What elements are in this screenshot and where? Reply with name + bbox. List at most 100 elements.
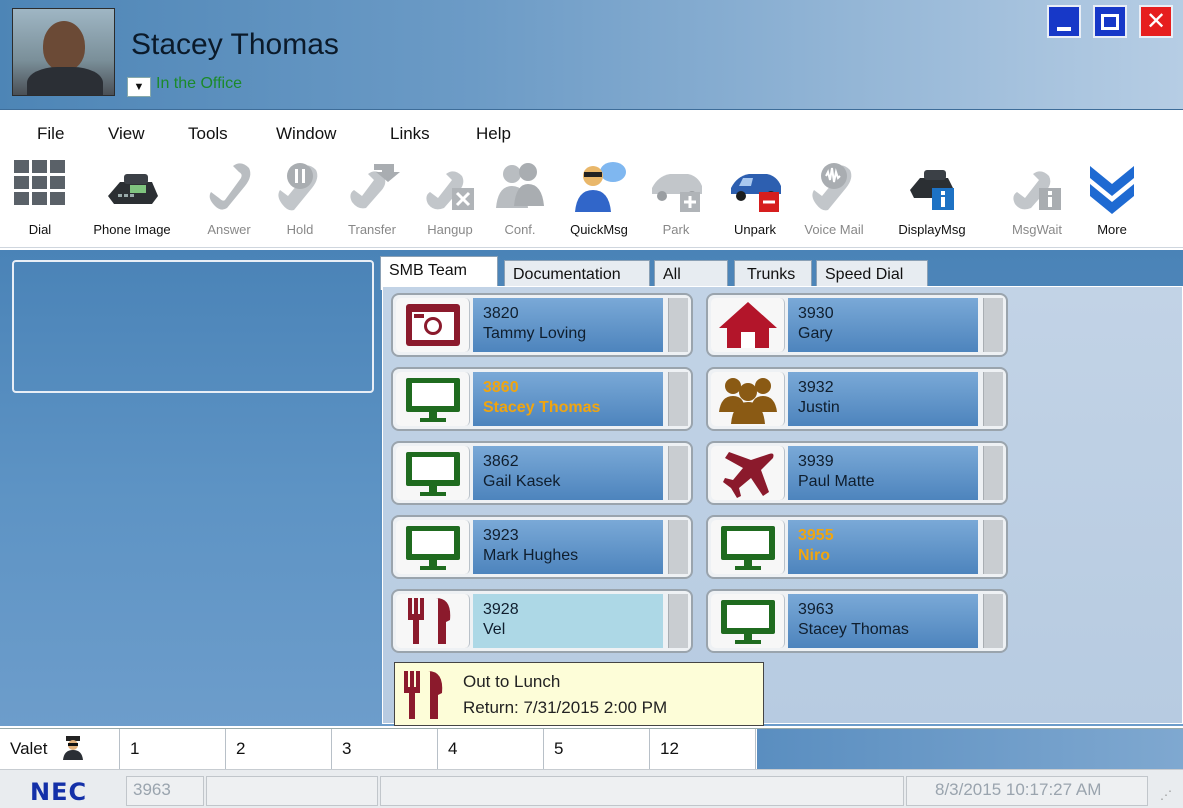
- contact-name: Mark Hughes: [483, 547, 579, 564]
- lunch-icon: [408, 598, 451, 644]
- hold-button[interactable]: Hold: [270, 158, 330, 244]
- minimize-icon: [1057, 26, 1071, 31]
- presence-status[interactable]: In the Office: [156, 75, 242, 93]
- contact-button[interactable]: 3928 Vel: [391, 589, 693, 653]
- contact-side-handle[interactable]: [983, 298, 1003, 352]
- contact-name: Gary: [798, 325, 833, 342]
- contact-button[interactable]: 3923 Mark Hughes: [391, 515, 693, 579]
- contact-button[interactable]: 3930 Gary: [706, 293, 1008, 357]
- menu-view[interactable]: View: [108, 124, 145, 144]
- camera-icon: [406, 304, 460, 346]
- desk-phone-icon: [108, 174, 158, 204]
- answer-button[interactable]: Answer: [194, 158, 264, 244]
- minimize-button[interactable]: [1047, 5, 1081, 38]
- tooltip-status: Out to Lunch: [463, 672, 561, 691]
- monitor-icon: [406, 526, 460, 570]
- contact-extension: 3862: [483, 453, 519, 470]
- user-name: Stacey Thomas: [131, 28, 339, 61]
- contact-button[interactable]: 3820 Tammy Loving: [391, 293, 693, 357]
- status-datetime: 8/3/2015 10:17:27 AM: [935, 780, 1102, 799]
- conference-button[interactable]: Conf.: [490, 158, 550, 244]
- transfer-button[interactable]: Transfer: [336, 158, 408, 244]
- unpark-button[interactable]: Unpark: [720, 158, 790, 244]
- contact-side-handle[interactable]: [983, 446, 1003, 500]
- resize-grip-icon[interactable]: ⋰: [1160, 788, 1172, 802]
- contact-button[interactable]: 3860 Stacey Thomas: [391, 367, 693, 431]
- contact-button[interactable]: 3955 Niro: [706, 515, 1008, 579]
- voicemail-button[interactable]: Voice Mail: [794, 158, 874, 244]
- tab-smb-team[interactable]: SMB Team: [380, 256, 498, 290]
- dial-button[interactable]: Dial: [8, 158, 72, 244]
- unpark-icon: [731, 174, 781, 212]
- maximize-button[interactable]: [1093, 5, 1127, 38]
- avatar[interactable]: [12, 8, 115, 96]
- toolbar: Dial Phone Image Answer Hold Transfer Ha…: [0, 154, 1183, 248]
- displaymsg-label: DisplayMsg: [898, 222, 966, 237]
- displaymsg-button[interactable]: DisplayMsg: [886, 158, 978, 244]
- menu-file[interactable]: File: [37, 124, 64, 144]
- contact-name: Paul Matte: [798, 473, 875, 490]
- tooltip-return-time: Return: 7/31/2015 2:00 PM: [463, 698, 668, 717]
- valet-slot[interactable]: 5: [544, 729, 650, 770]
- contact-side-handle[interactable]: [668, 446, 688, 500]
- contact-button[interactable]: 3862 Gail Kasek: [391, 441, 693, 505]
- contact-side-handle[interactable]: [983, 594, 1003, 648]
- valet-bar: Valet 1 2 3 4 5 12: [0, 728, 1183, 770]
- more-label: More: [1097, 222, 1127, 237]
- contact-side-handle[interactable]: [668, 520, 688, 574]
- close-button[interactable]: ✕: [1139, 5, 1173, 38]
- valet-slot[interactable]: 2: [226, 729, 332, 770]
- conference-label: Conf.: [504, 222, 536, 237]
- park-label: Park: [662, 222, 690, 237]
- more-button[interactable]: More: [1084, 158, 1140, 244]
- quickmsg-icon: [575, 162, 626, 212]
- contact-name: Stacey Thomas: [798, 621, 909, 638]
- menu-help[interactable]: Help: [476, 124, 511, 144]
- contact-button[interactable]: 3963 Stacey Thomas: [706, 589, 1008, 653]
- quickmsg-button[interactable]: QuickMsg: [558, 158, 640, 244]
- park-button[interactable]: Park: [648, 158, 704, 244]
- menu-window[interactable]: Window: [276, 124, 336, 144]
- valet-slot[interactable]: 4: [438, 729, 544, 770]
- contact-name: Niro: [798, 547, 830, 564]
- contact-extension: 3932: [798, 379, 834, 396]
- directory-panel: SMB Team Documentation All Trunks Speed …: [380, 250, 1183, 726]
- monitor-icon: [721, 600, 775, 644]
- maximize-icon: [1101, 13, 1119, 30]
- contact-name: Vel: [483, 621, 506, 638]
- menu-links[interactable]: Links: [390, 124, 430, 144]
- hold-label: Hold: [286, 222, 314, 237]
- more-chevron-icon: [1090, 166, 1134, 214]
- phone-image-button[interactable]: Phone Image: [82, 158, 182, 244]
- menu-bar: File View Tools Window Links Help: [0, 112, 1183, 154]
- contact-side-handle[interactable]: [983, 372, 1003, 426]
- contact-side-handle[interactable]: [668, 372, 688, 426]
- msgwait-button[interactable]: MsgWait: [1002, 158, 1072, 244]
- contact-button[interactable]: 3939 Paul Matte: [706, 441, 1008, 505]
- valet-slot[interactable]: 1: [120, 729, 226, 770]
- presence-dropdown-button[interactable]: ▼: [127, 77, 151, 97]
- phone-image-label: Phone Image: [93, 222, 171, 237]
- hangup-button[interactable]: Hangup: [416, 158, 484, 244]
- contact-side-handle[interactable]: [668, 298, 688, 352]
- contact-button[interactable]: 3932 Justin: [706, 367, 1008, 431]
- contact-extension: 3939: [798, 453, 834, 470]
- contact-name: Tammy Loving: [483, 325, 587, 342]
- contact-name: Gail Kasek: [483, 473, 561, 490]
- contact-extension: 3955: [798, 527, 834, 544]
- menu-tools[interactable]: Tools: [188, 124, 228, 144]
- nec-logo: NEC: [30, 778, 88, 806]
- contact-side-handle[interactable]: [983, 520, 1003, 574]
- contact-extension: 3923: [483, 527, 519, 544]
- valet-slot[interactable]: 12: [650, 729, 756, 770]
- park-icon: [652, 174, 702, 212]
- status-extension: 3963: [133, 780, 171, 799]
- unpark-label: Unpark: [734, 222, 776, 237]
- conference-icon: [496, 163, 544, 208]
- valet-button[interactable]: Valet: [0, 729, 120, 770]
- contact-side-handle[interactable]: [668, 594, 688, 648]
- status-bar: NEC 3963 8/3/2015 10:17:27 AM ⋰: [0, 769, 1183, 808]
- airplane-icon: [723, 452, 774, 498]
- valet-slot[interactable]: 3: [332, 729, 438, 770]
- quickmsg-label: QuickMsg: [570, 222, 628, 237]
